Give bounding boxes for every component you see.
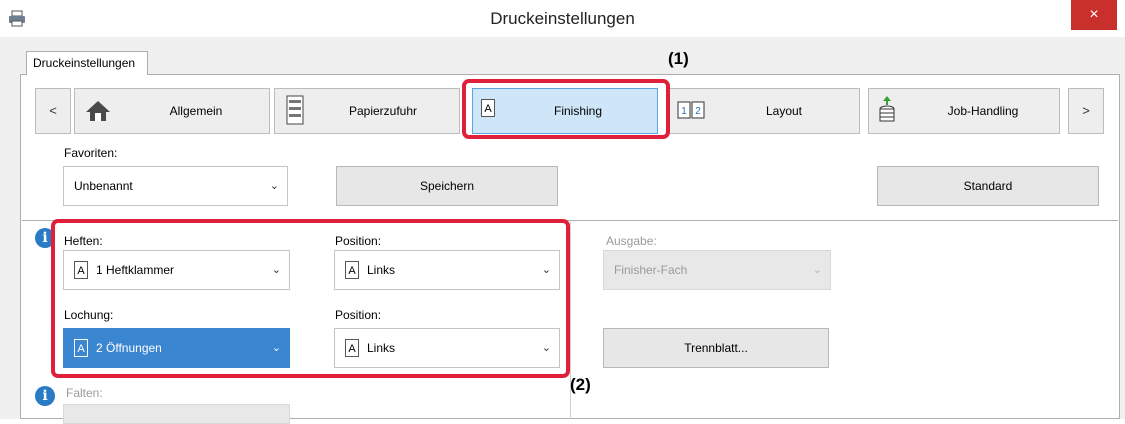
layout-icon: 1 2	[677, 101, 705, 119]
fold-select	[63, 404, 290, 424]
fold-label: Falten:	[66, 386, 103, 400]
tab-druckeinstellungen[interactable]: Druckeinstellungen	[26, 51, 148, 75]
nav-papierzufuhr-button[interactable]: Papierzufuhr	[274, 88, 460, 134]
output-select: Finisher-Fach ⌄	[603, 250, 831, 290]
highlight-box-2	[51, 219, 570, 378]
nav-next-button[interactable]: >	[1068, 88, 1104, 134]
save-button[interactable]: Speichern	[336, 166, 558, 206]
favorites-select[interactable]: Unbenannt ⌄	[63, 166, 288, 206]
svg-text:2: 2	[695, 106, 701, 117]
nav-allgemein-button[interactable]: Allgemein	[74, 88, 270, 134]
title-bar: Druckeinstellungen ×	[0, 0, 1125, 38]
close-button[interactable]: ×	[1071, 0, 1117, 30]
highlight-box-1	[462, 79, 670, 139]
home-icon	[86, 101, 110, 121]
svg-text:1: 1	[681, 106, 687, 117]
favorites-label: Favoriten:	[64, 146, 118, 160]
paper-tray-icon	[286, 95, 304, 125]
nav-job-handling-label: Job-Handling	[947, 104, 1019, 118]
separator-page-button[interactable]: Trennblatt...	[603, 328, 829, 368]
info-icon[interactable]: i	[35, 386, 55, 406]
output-label: Ausgabe:	[606, 234, 657, 248]
favorites-value: Unbenannt	[74, 179, 133, 193]
chevron-down-icon: ⌄	[269, 180, 279, 192]
job-handling-icon	[879, 96, 895, 122]
nav-prev-button[interactable]: <	[35, 88, 71, 134]
standard-button[interactable]: Standard	[877, 166, 1099, 206]
window-title: Druckeinstellungen	[490, 9, 635, 28]
nav-layout-button[interactable]: 1 2 Layout	[668, 88, 860, 134]
nav-job-handling-button[interactable]: Job-Handling	[868, 88, 1060, 134]
chevron-down-icon: ⌄	[812, 264, 822, 276]
callout-2: (2)	[570, 375, 591, 394]
nav-papierzufuhr-label: Papierzufuhr	[348, 104, 418, 118]
output-value: Finisher-Fach	[614, 263, 688, 277]
nav-allgemein-label: Allgemein	[169, 104, 223, 118]
callout-1: (1)	[668, 49, 689, 68]
nav-layout-label: Layout	[765, 104, 803, 118]
